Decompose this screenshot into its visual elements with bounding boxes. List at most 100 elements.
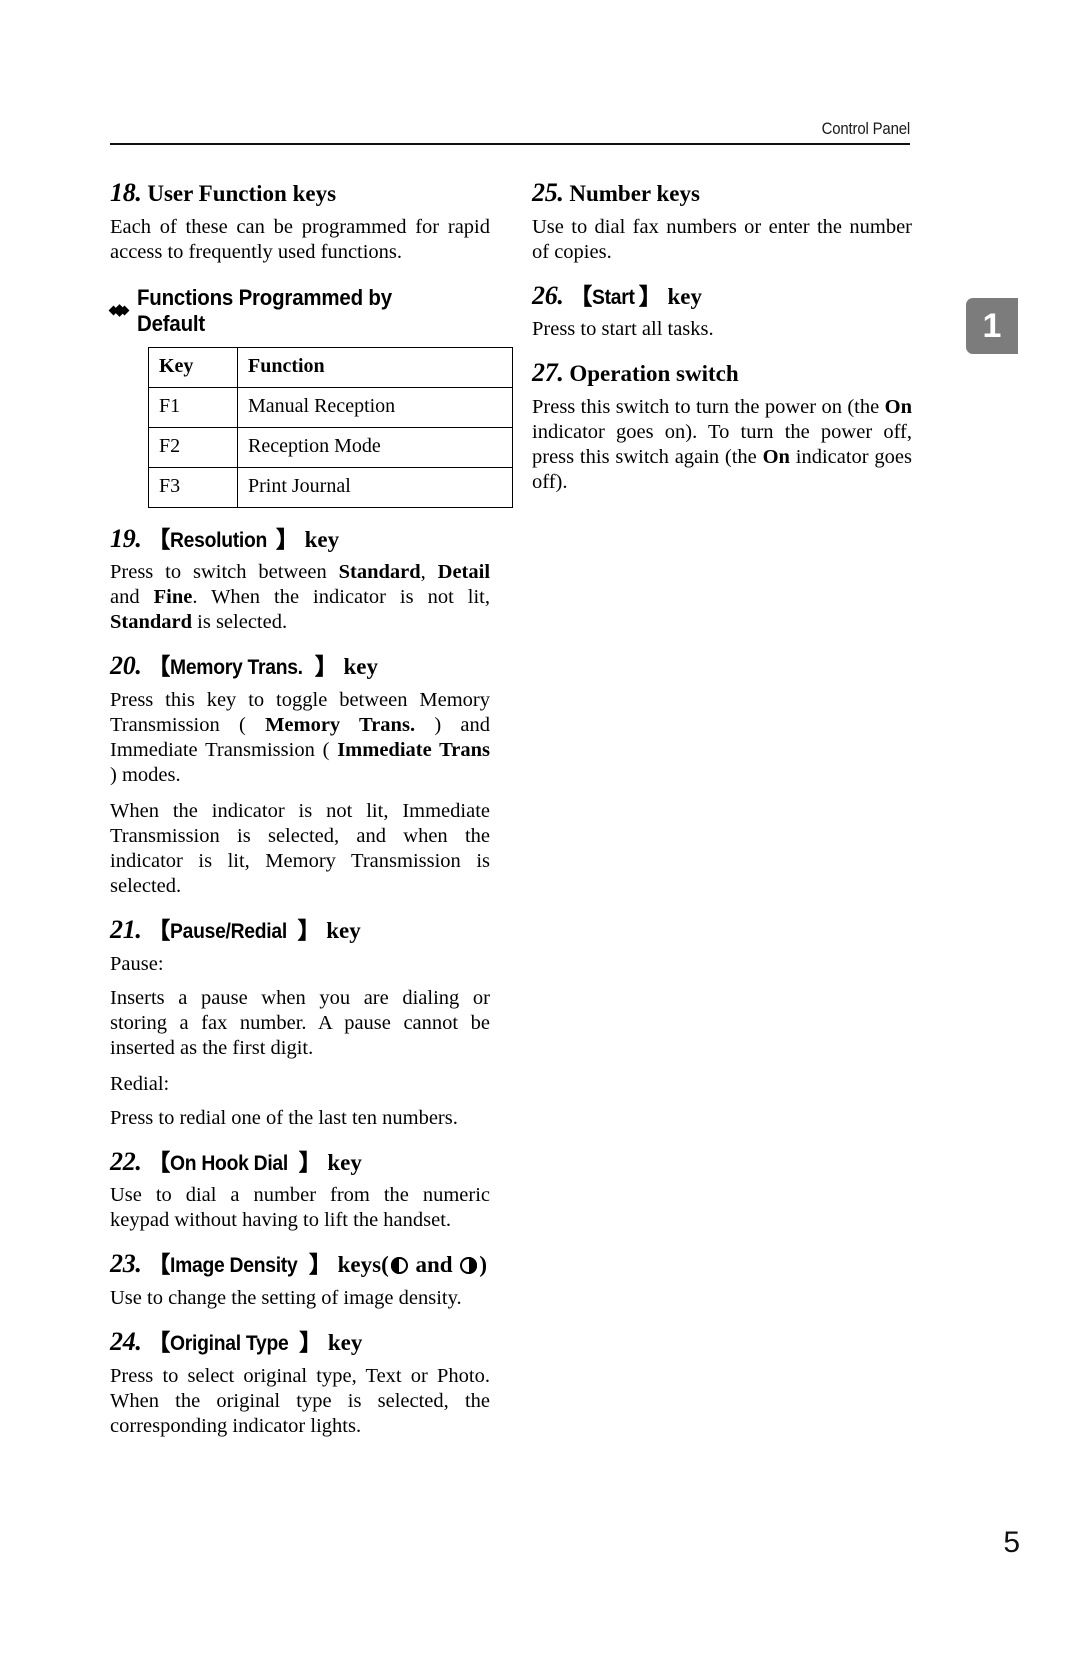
section-21-sublabel-pause: Pause: [110,952,164,975]
bracket-close-icon: 】 [298,1148,322,1175]
section-22-number: 22. [110,1146,142,1176]
section-26-number: 26. [532,280,564,310]
section-21: 21. 【Pause/Redial 】 key Pause: Inserts a … [110,915,490,1131]
bracket-open-icon: 【 [147,917,171,944]
section-22-key-label: On Hook Dial [170,1151,289,1175]
left-column: 18. User Function keys Each of these can… [108,178,513,1450]
table-row: F1 Manual Reception [148,386,513,428]
section-22-suffix: key [327,1149,362,1175]
table-cell-key: F1 [148,386,238,428]
section-20: 20. 【Memory Trans. 】 key Press this key t… [110,651,490,899]
section-25-heading: 25. Number keys [532,178,912,209]
section-24-body: Press to select original type, Text or P… [110,1364,490,1437]
section-20-body: Press this key to toggle between Memory … [110,689,490,787]
section-22-body: Use to dial a number from the numeric ke… [110,1184,490,1232]
table-header-function: Function [237,346,513,388]
bracket-open-icon: 【 [147,1251,171,1278]
section-20-body-2: When the indicator is not lit, Immediate… [110,800,490,898]
section-25-body: Use to dial fax numbers or enter the num… [532,215,912,263]
bracket-close-icon: 】 [308,1251,332,1278]
section-20-key-label: Memory Trans. [170,656,304,680]
default-functions-table: Key Function F1 Manual Reception F2 Rece… [148,346,513,508]
section-23-suffix: keys [337,1252,382,1278]
section-20-heading: 20. 【Memory Trans. 】 key [110,651,490,682]
section-21-body-redial: Press to redial one of the last ten numb… [110,1106,458,1129]
table-cell-function: Print Journal [237,466,513,508]
table-body: Key Function F1 Manual Reception F2 Rece… [148,346,513,508]
section-21-suffix: key [326,918,361,944]
section-27-number: 27. [532,358,564,388]
bracket-close-icon: 】 [299,1329,323,1356]
section-23-key-label: Image Density [170,1254,298,1278]
section-24-suffix: key [327,1330,363,1356]
section-19-body: Press to switch between Standard, Detail… [110,561,491,634]
section-19-suffix: key [304,526,340,552]
section-24: 24. 【Original Type 】 key Press to select … [110,1327,490,1439]
section-20-number: 20. [110,651,142,681]
section-23-body: Use to change the setting of image densi… [110,1287,462,1310]
section-19-heading: 19. 【Resolution 】 key [110,524,490,555]
chapter-tab: 1 [966,298,1018,354]
table-cell-key: F2 [148,426,238,468]
section-21-number: 21. [110,915,142,945]
section-23-paren-close: ) [479,1252,487,1278]
table-row: F3 Print Journal [148,466,513,508]
section-27-heading: 27. Operation switch [532,358,912,389]
section-18-heading: 18. User Function keys [110,178,490,209]
section-19-number: 19. [110,523,142,553]
bracket-close-icon: 】 [314,653,338,680]
section-21-sublabel-redial: Redial: [110,1072,170,1095]
table-header-row: Key Function [148,346,513,388]
bracket-open-icon: 【 [147,1329,171,1356]
section-24-key-label: Original Type [170,1332,289,1356]
section-27-body: Press this switch to turn the power on (… [532,396,912,494]
bracket-close-icon: 】 [275,525,299,552]
section-19-key-label: Resolution [170,528,268,552]
section-23-paren-open: ( [381,1252,389,1278]
section-18-body: Each of these can be programmed for rapi… [110,215,490,263]
section-27-title: Operation switch [569,361,739,387]
section-25: 25. Number keys Use to dial fax numbers … [532,178,912,265]
density-dark-icon [460,1257,478,1275]
table-header-key: Key [148,346,238,388]
table-row: F2 Reception Mode [148,426,513,468]
section-27: 27. Operation switch Press this switch t… [532,358,912,495]
page-number: 5 [1003,1526,1020,1559]
section-24-number: 24. [110,1327,142,1357]
section-22: 22. 【On Hook Dial 】 key Use to dial a num… [110,1147,490,1234]
table-cell-function: Manual Reception [237,386,513,428]
density-light-icon [390,1257,408,1275]
section-21-heading: 21. 【Pause/Redial 】 key [110,915,490,946]
section-26-heading: 26. 【Start】 key [532,281,912,312]
section-22-heading: 22. 【On Hook Dial 】 key [110,1147,490,1178]
bracket-close-icon: 】 [638,282,662,309]
diamond-bullet-icon [108,302,130,320]
section-23: 23. 【Image Density 】 keys( and ) Use to c… [110,1249,490,1311]
bracket-open-icon: 【 [147,1148,171,1175]
section-23-number: 23. [110,1249,142,1279]
section-18: 18. User Function keys Each of these can… [110,178,490,265]
table-cell-function: Reception Mode [237,426,513,468]
bracket-close-icon: 】 [297,917,321,944]
section-25-number: 25. [532,178,564,207]
section-19: 19. 【Resolution 】 key Press to switch bet… [110,524,490,636]
section-20-suffix: key [343,654,378,680]
running-header: Control Panel [110,119,910,145]
default-functions-heading: Functions Programmed by Default [108,284,490,337]
table-cell-key: F3 [148,466,238,508]
header-rule [110,142,910,145]
bracket-open-icon: 【 [569,282,593,309]
section-24-heading: 24. 【Original Type 】 key [110,1327,490,1358]
chapter-tab-number: 1 [982,307,1002,345]
section-25-title: Number keys [569,181,700,206]
document-page: Control Panel 1 18. User Function keys E… [0,0,1080,1669]
bracket-open-icon: 【 [147,525,171,552]
right-column: 25. Number keys Use to dial fax numbers … [532,178,912,506]
section-23-icon-joiner: and [415,1252,453,1278]
section-26-key-label: Start [592,285,636,309]
section-18-title: User Function keys [147,181,337,206]
section-26: 26. 【Start】 key Press to start all tasks… [532,281,912,343]
section-23-heading: 23. 【Image Density 】 keys( and ) [110,1249,490,1280]
section-26-body: Press to start all tasks. [532,318,714,341]
default-functions-title: Functions Programmed by Default [137,284,392,336]
